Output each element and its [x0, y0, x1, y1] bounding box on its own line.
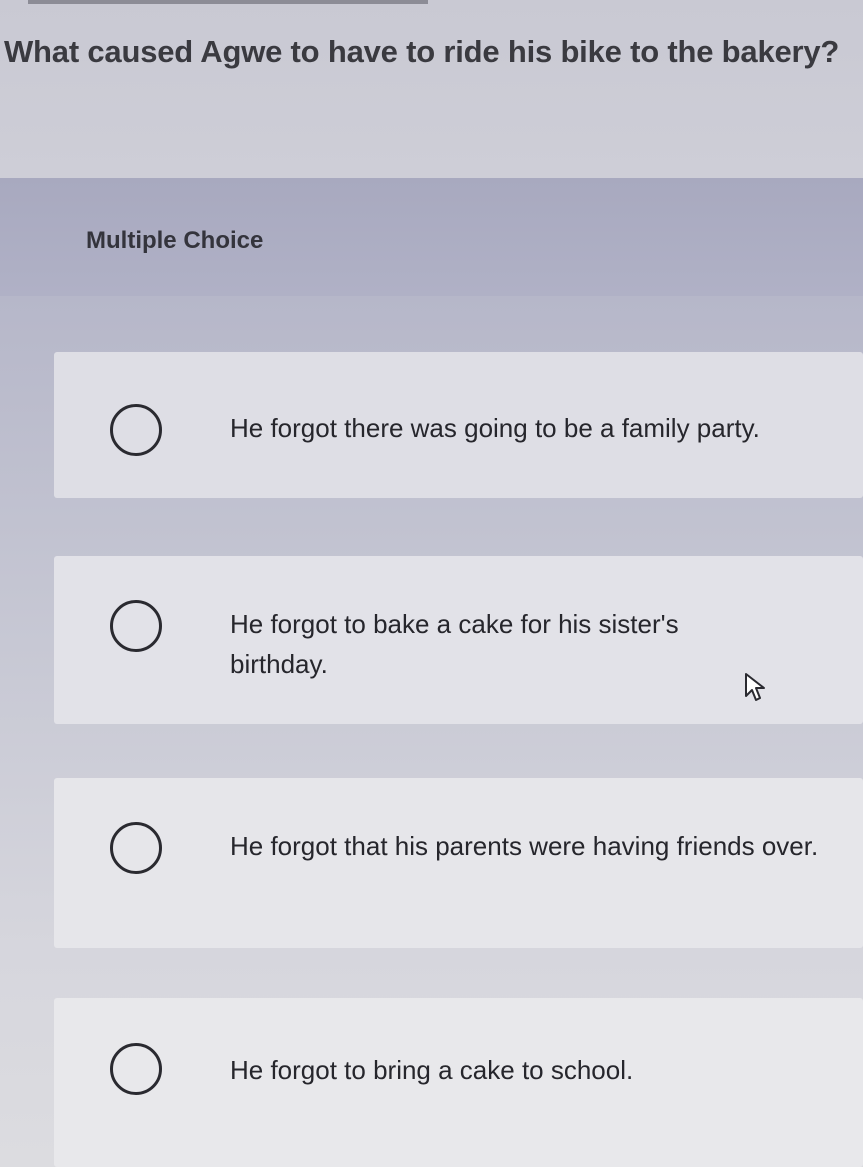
answer-option-2[interactable]: He forgot to bake a cake for his sister'…	[54, 556, 863, 724]
radio-unselected-icon[interactable]	[110, 822, 162, 874]
answer-option-label: He forgot that his parents were having f…	[230, 831, 819, 861]
answer-option-1[interactable]: He forgot there was going to be a family…	[54, 352, 863, 498]
answer-option-3[interactable]: He forgot that his parents were having f…	[54, 778, 863, 948]
answer-option-label: He forgot to bring a cake to school.	[230, 1055, 634, 1085]
answer-option-label: He forgot to bake a cake for his sister'…	[230, 609, 679, 679]
question-type-label: Multiple Choice	[86, 227, 264, 254]
answer-option-label: He forgot there was going to be a family…	[230, 413, 760, 443]
mouse-pointer-icon	[745, 673, 765, 701]
radio-unselected-icon[interactable]	[110, 404, 162, 456]
radio-unselected-icon[interactable]	[110, 600, 162, 652]
top-divider	[28, 0, 428, 4]
radio-unselected-icon[interactable]	[110, 1043, 162, 1095]
answer-option-4[interactable]: He forgot to bring a cake to school.	[54, 998, 863, 1167]
question-text: What caused Agwe to have to ride his bik…	[4, 34, 840, 69]
